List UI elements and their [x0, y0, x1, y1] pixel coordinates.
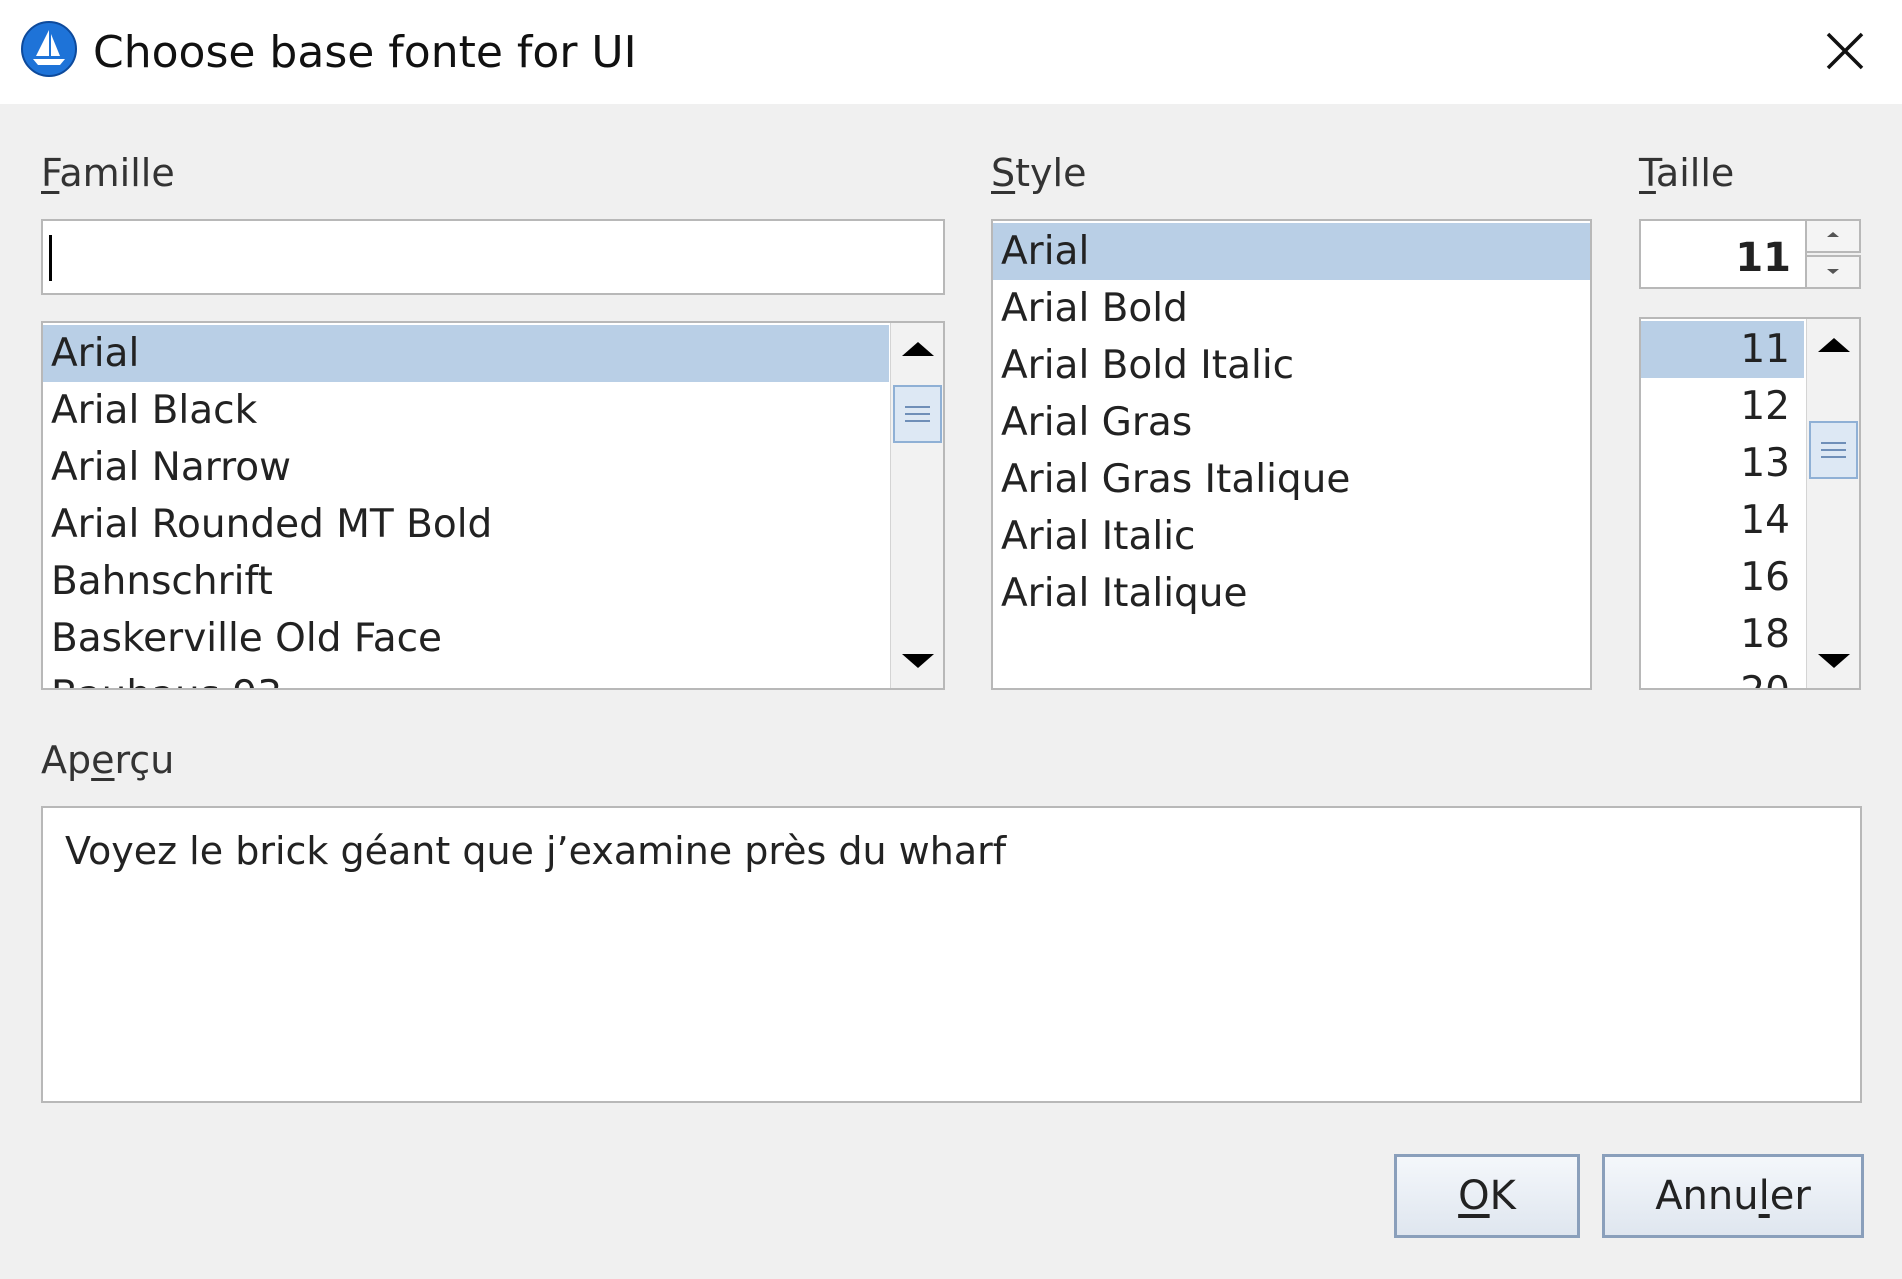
chevron-down-icon — [1827, 269, 1839, 274]
text-caret — [49, 235, 52, 281]
list-item[interactable]: Arial Rounded MT Bold — [43, 496, 889, 553]
arrow-down-icon — [901, 654, 934, 668]
cancel-button[interactable]: Annu l er — [1602, 1154, 1864, 1238]
size-scrollbar[interactable] — [1806, 319, 1859, 688]
list-item[interactable]: 13 — [1641, 435, 1804, 492]
list-item[interactable]: Arial Narrow — [43, 439, 889, 496]
arrow-down-icon — [1817, 654, 1850, 668]
scroll-thumb[interactable] — [893, 385, 942, 443]
spinner-down-button[interactable] — [1805, 255, 1861, 289]
family-list[interactable]: Arial Arial Black Arial Narrow Arial Rou… — [41, 321, 945, 690]
size-spinner — [1805, 219, 1861, 291]
scroll-up-button[interactable] — [1807, 319, 1859, 375]
family-scrollbar[interactable] — [890, 323, 943, 688]
preview-text: Voyez le brick géant que j’examine près … — [65, 829, 1007, 873]
list-item[interactable]: 16 — [1641, 549, 1804, 606]
arrow-up-icon — [1817, 338, 1850, 352]
ok-button[interactable]: OK — [1394, 1154, 1580, 1238]
list-item[interactable]: 18 — [1641, 606, 1804, 663]
size-list[interactable]: 11 12 13 14 16 18 20 — [1639, 317, 1861, 690]
style-label: Style — [991, 151, 1087, 195]
list-item[interactable]: Bauhaus 93 — [43, 667, 889, 688]
family-search-input[interactable] — [41, 219, 945, 295]
list-item[interactable]: Arial Gras Italique — [993, 451, 1590, 508]
list-item[interactable]: Arial Gras — [993, 394, 1590, 451]
style-list[interactable]: Arial Arial Bold Arial Bold Italic Arial… — [991, 219, 1592, 690]
list-item[interactable]: Baskerville Old Face — [43, 610, 889, 667]
title-bar: Choose base fonte for UI — [0, 0, 1902, 104]
arrow-up-icon — [901, 342, 934, 356]
list-item[interactable]: Arial Black — [43, 382, 889, 439]
size-label: Taille — [1639, 151, 1735, 195]
scroll-thumb[interactable] — [1809, 421, 1858, 479]
scroll-down-button[interactable] — [1807, 632, 1859, 688]
preview-label: Aperçu — [41, 738, 175, 782]
list-item[interactable]: Bahnschrift — [43, 553, 889, 610]
list-item[interactable]: Arial Italic — [993, 508, 1590, 565]
list-item[interactable]: Arial Bold — [993, 280, 1590, 337]
chevron-up-icon — [1827, 232, 1839, 237]
dialog-title: Choose base fonte for UI — [93, 27, 637, 78]
spinner-up-button[interactable] — [1805, 219, 1861, 253]
list-item[interactable]: Arial Italique — [993, 565, 1590, 622]
preview-area: Voyez le brick géant que j’examine près … — [41, 806, 1862, 1103]
list-item[interactable]: 11 — [1641, 321, 1804, 378]
scroll-up-button[interactable] — [891, 323, 943, 379]
list-item[interactable]: Arial — [43, 325, 889, 382]
list-item[interactable]: 20 — [1641, 663, 1804, 688]
list-item[interactable]: Arial Bold Italic — [993, 337, 1590, 394]
size-input[interactable]: 11 — [1639, 219, 1807, 289]
list-item[interactable]: 14 — [1641, 492, 1804, 549]
app-logo-icon — [21, 21, 77, 77]
list-item[interactable]: Arial — [993, 223, 1590, 280]
family-label: Famille — [41, 151, 175, 195]
list-item[interactable]: 12 — [1641, 378, 1804, 435]
scroll-down-button[interactable] — [891, 632, 943, 688]
close-icon[interactable] — [1820, 26, 1870, 76]
font-chooser-dialog: Choose base fonte for UI Famille Arial A… — [0, 0, 1902, 1279]
